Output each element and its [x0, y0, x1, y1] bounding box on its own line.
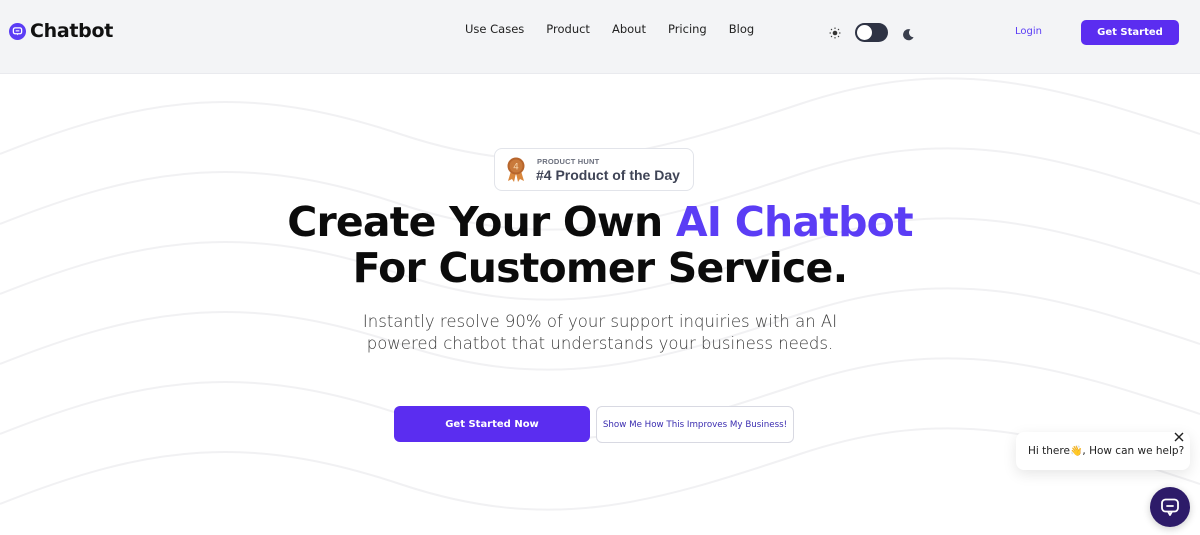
get-started-now-button[interactable]: Get Started Now: [394, 406, 590, 442]
headline-prefix: Create Your Own: [287, 198, 676, 246]
chat-icon: [1161, 498, 1179, 516]
chat-bubble-logo-icon: [9, 22, 26, 40]
logo-text: Chatbot: [30, 20, 114, 42]
headline-line2: For Customer Service.: [352, 244, 849, 292]
moon-icon: [902, 26, 916, 40]
show-me-how-button[interactable]: Show Me How This Improves My Business!: [596, 406, 794, 443]
wave-emoji-icon: 👋: [1069, 445, 1083, 457]
badge-source: PRODUCT HUNT: [537, 157, 600, 166]
hero-subheadline: Instantly resolve 90% of your support in…: [362, 312, 838, 353]
chat-launcher-button[interactable]: [1150, 487, 1190, 527]
nav-about[interactable]: About: [612, 22, 646, 36]
main-nav: Use Cases Product About Pricing Blog: [465, 22, 776, 36]
nav-blog[interactable]: Blog: [729, 22, 754, 36]
site-header: Chatbot Use Cases Product About Pricing …: [0, 0, 1200, 74]
nav-product[interactable]: Product: [546, 22, 590, 36]
sun-icon: [828, 26, 842, 40]
greeting-prefix: Hi there: [1028, 445, 1070, 457]
badge-title: #4 Product of the Day: [536, 167, 680, 183]
login-link[interactable]: Login: [1015, 26, 1042, 37]
logo[interactable]: Chatbot: [9, 20, 113, 42]
theme-switcher: [828, 23, 916, 42]
medal-rank: 4: [513, 163, 519, 173]
toggle-knob: [857, 25, 872, 40]
product-hunt-badge[interactable]: 4 PRODUCT HUNT #4 Product of the Day: [494, 148, 694, 191]
medal-icon: 4: [507, 157, 525, 182]
nav-use-cases[interactable]: Use Cases: [465, 22, 524, 36]
greeting-suffix: , How can we help?: [1082, 445, 1185, 457]
hero-headline: Create Your Own AI Chatbot For Customer …: [0, 199, 1200, 291]
close-icon[interactable]: [1173, 431, 1185, 443]
nav-pricing[interactable]: Pricing: [668, 22, 707, 36]
chat-greeting-bubble[interactable]: Hi there 👋, How can we help?: [1016, 432, 1190, 470]
get-started-button[interactable]: Get Started: [1081, 20, 1179, 45]
page: Chatbot Use Cases Product About Pricing …: [0, 0, 1200, 535]
theme-toggle[interactable]: [855, 23, 888, 42]
headline-accent: AI Chatbot: [675, 198, 914, 246]
